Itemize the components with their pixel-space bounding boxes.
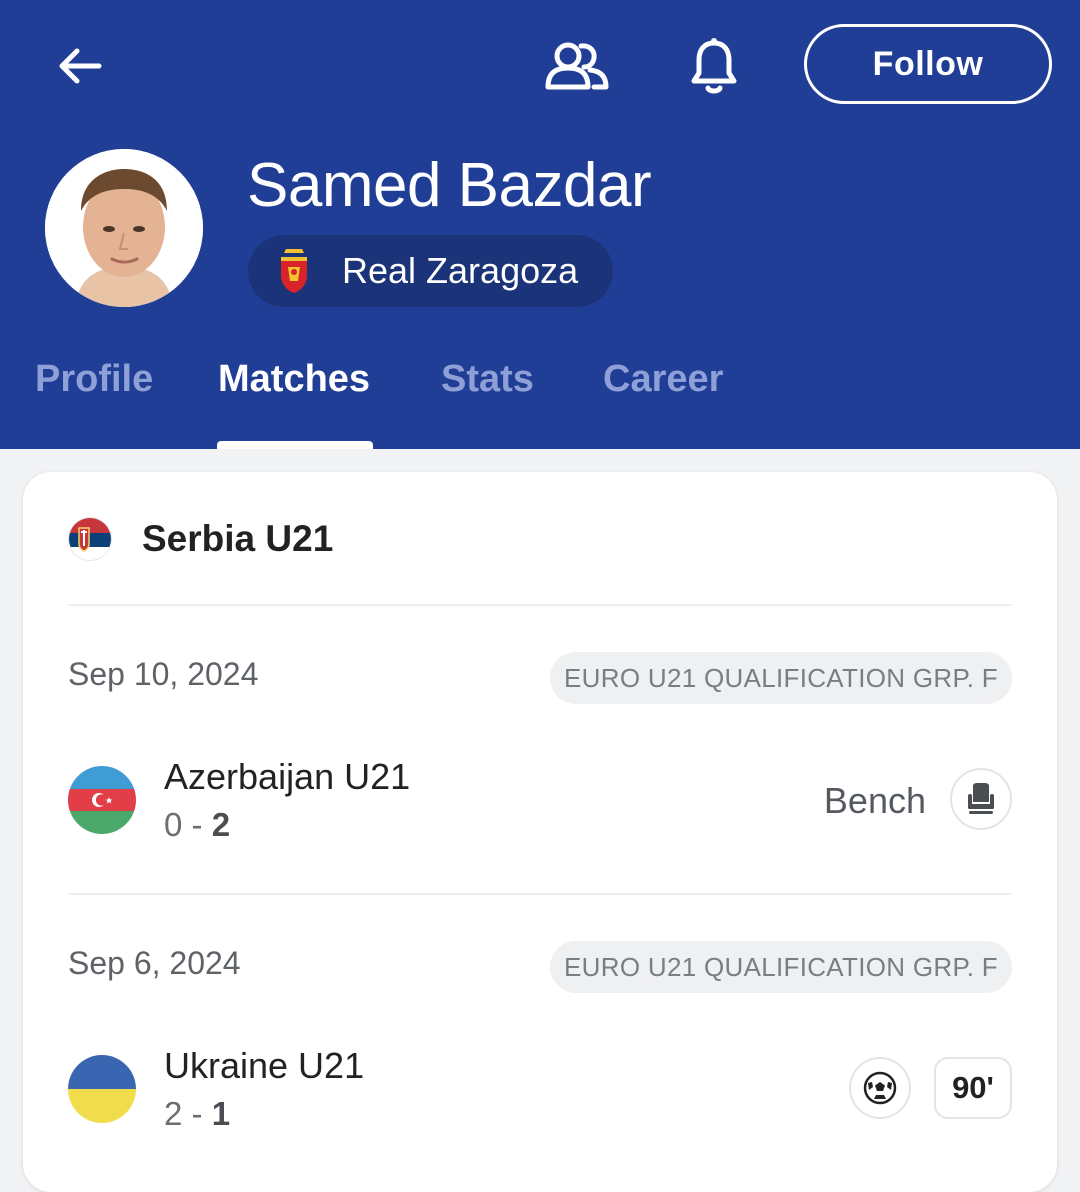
match-score: 0 - 2 bbox=[164, 806, 231, 843]
arrow-left-icon bbox=[59, 48, 102, 84]
player-header: Follow Samed Bazdar Real Zaragoza Profil… bbox=[0, 0, 1080, 449]
club-crest-icon bbox=[281, 249, 307, 293]
tab-profile[interactable]: Profile bbox=[35, 358, 153, 401]
tab-bar: Profile Matches Stats Career bbox=[0, 352, 1080, 449]
player-name: Samed Bazdar bbox=[247, 151, 652, 220]
appearance-status: Bench bbox=[823, 780, 926, 821]
team-name: Real Zaragoza bbox=[342, 250, 579, 291]
opponent-name: Ukraine U21 bbox=[164, 1045, 365, 1086]
bench-seat-icon bbox=[968, 783, 994, 814]
divider bbox=[68, 893, 1012, 895]
card-team-title: Serbia U21 bbox=[142, 518, 334, 559]
notifications-button[interactable] bbox=[678, 30, 750, 102]
card-header[interactable]: Serbia U21 bbox=[23, 472, 1057, 606]
match-date: Sep 10, 2024 bbox=[68, 656, 259, 692]
follow-button[interactable]: Follow bbox=[804, 24, 1052, 104]
team-matches-card: Serbia U21 Sep 10, 2024 EURO U21 QUALIFI… bbox=[23, 472, 1057, 1192]
azerbaijan-flag-icon bbox=[68, 766, 136, 834]
match-row[interactable]: Azerbaijan U21 0 - 2 Bench bbox=[23, 756, 1057, 866]
people-icon bbox=[545, 42, 609, 90]
tab-matches[interactable]: Matches bbox=[218, 358, 370, 401]
divider bbox=[68, 604, 1012, 606]
serbia-flag-icon bbox=[68, 517, 112, 561]
match-date: Sep 6, 2024 bbox=[68, 945, 241, 981]
minutes-played-badge: 90' bbox=[934, 1057, 1012, 1119]
ukraine-flag-icon bbox=[68, 1055, 136, 1123]
tab-stats[interactable]: Stats bbox=[441, 358, 534, 401]
player-photo bbox=[45, 149, 203, 307]
soccer-ball-icon bbox=[863, 1071, 897, 1105]
squad-button[interactable] bbox=[541, 30, 613, 102]
tab-career[interactable]: Career bbox=[603, 358, 723, 401]
match-score: 2 - 1 bbox=[164, 1095, 231, 1132]
competition-badge[interactable]: EURO U21 QUALIFICATION GRP. F bbox=[550, 941, 1012, 993]
back-button[interactable] bbox=[50, 36, 110, 96]
goal-event-badge bbox=[849, 1057, 911, 1119]
bench-status-badge bbox=[950, 768, 1012, 830]
opponent-name: Azerbaijan U21 bbox=[164, 756, 411, 797]
active-tab-indicator bbox=[217, 441, 373, 449]
player-avatar bbox=[45, 149, 203, 307]
team-chip[interactable]: Real Zaragoza bbox=[248, 235, 613, 307]
bell-icon bbox=[691, 38, 737, 94]
match-row[interactable]: Ukraine U21 2 - 1 90' bbox=[23, 1045, 1057, 1155]
competition-badge[interactable]: EURO U21 QUALIFICATION GRP. F bbox=[550, 652, 1012, 704]
